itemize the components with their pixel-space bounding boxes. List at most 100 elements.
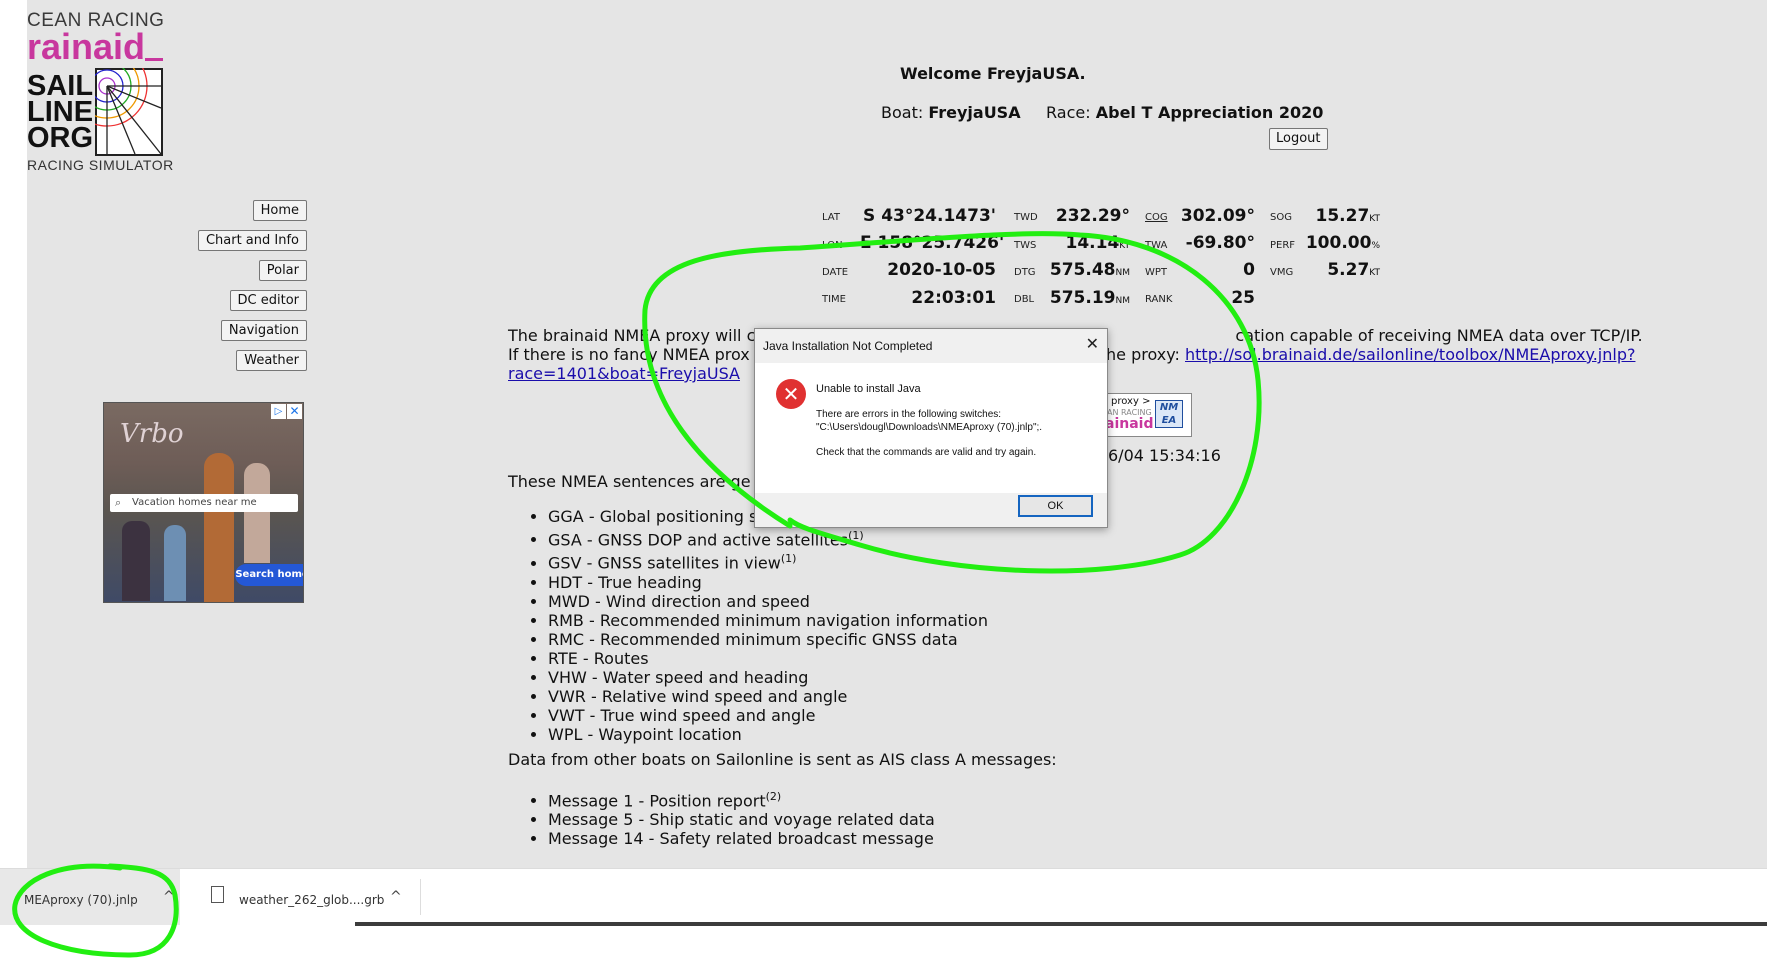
download-item-nmeaproxy[interactable]: MEAproxy (70).jnlp ^ bbox=[0, 869, 180, 925]
logo-text-brainaid: rainaid bbox=[27, 26, 146, 67]
cog-label[interactable]: COG bbox=[1145, 212, 1168, 223]
sog-label: SOG bbox=[1270, 212, 1292, 223]
dbl-label: DBL bbox=[1014, 294, 1035, 305]
ad-search-field[interactable]: ⌕ Vacation homes near me bbox=[110, 494, 298, 512]
dtg-value: 575.48NM bbox=[1049, 260, 1130, 280]
list-item: VHW - Water speed and heading bbox=[548, 668, 988, 687]
twd-value: 232.29° bbox=[1055, 206, 1130, 226]
logout-button[interactable]: Logout bbox=[1269, 128, 1328, 150]
list-item: RTE - Routes bbox=[548, 649, 988, 668]
cog-value: 302.09° bbox=[1180, 206, 1255, 226]
ad-person-figure bbox=[244, 463, 270, 563]
twa-value: -69.80° bbox=[1185, 233, 1255, 253]
proxy-link-continued[interactable]: race=1401&boat=FreyjaUSA bbox=[508, 364, 740, 383]
logo-text-org: ORG bbox=[27, 122, 94, 154]
chevron-up-icon[interactable]: ^ bbox=[390, 889, 402, 905]
dialog-title: Java Installation Not Completed bbox=[763, 339, 933, 353]
ad-person-figure bbox=[122, 521, 150, 601]
sog-value: 15.27KT bbox=[1315, 206, 1380, 226]
dbl-value: 575.19NM bbox=[1049, 288, 1130, 308]
nmea-proxy-badge[interactable]: proxy > AN RACING ainaid NM EA bbox=[1100, 393, 1192, 437]
boat-label: Boat: bbox=[881, 103, 924, 122]
brainaid-sailonline-logo[interactable]: CEAN RACING rainaid SAIL LINE ORG RACING… bbox=[27, 8, 173, 178]
date-label: DATE bbox=[822, 267, 849, 278]
chevron-up-icon[interactable]: ^ bbox=[163, 889, 175, 905]
error-icon: ✕ bbox=[776, 379, 806, 409]
file-icon bbox=[211, 886, 224, 903]
footnote-ref: (1) bbox=[848, 529, 864, 542]
download-filename: weather_262_glob....grb bbox=[239, 893, 385, 907]
dialog-message-line2: "C:\Users\dougl\Downloads\NMEAproxy (70)… bbox=[816, 422, 1043, 433]
list-item: GSA - GNSS DOP and active satellites(1) bbox=[548, 526, 988, 549]
list-item: RMB - Recommended minimum navigation inf… bbox=[548, 611, 988, 630]
footnote-ref: (1) bbox=[780, 552, 797, 566]
ad-brand-logo: Vrbo bbox=[120, 419, 184, 449]
ais-intro: Data from other boats on Sailonline is s… bbox=[508, 750, 1057, 769]
sentences-intro: These NMEA sentences are ge bbox=[508, 472, 751, 491]
list-item: RMC - Recommended minimum specific GNSS … bbox=[548, 630, 988, 649]
nav-weather-button[interactable]: Weather bbox=[236, 350, 307, 371]
logo-compass-icon bbox=[95, 68, 163, 156]
rank-label: RANK bbox=[1145, 294, 1173, 305]
race-label: Race: bbox=[1046, 103, 1091, 122]
ad-person-figure bbox=[164, 525, 186, 601]
nmea-sentences-list: GGA - Global positioning s GSA - GNSS DO… bbox=[508, 507, 988, 744]
lat-value: S 43°24.1473' bbox=[863, 206, 996, 226]
ais-messages-list: Message 1 - Position report(2) Message 5… bbox=[508, 787, 935, 848]
tws-value: 14.14KT bbox=[1065, 233, 1130, 253]
ad-info-icon[interactable]: ▷ bbox=[271, 404, 286, 419]
nav-chart-and-info-button[interactable]: Chart and Info bbox=[197, 230, 307, 251]
tws-label: TWS bbox=[1014, 240, 1037, 251]
list-item: GSV - GNSS satellites in view(1) bbox=[548, 549, 988, 572]
twd-label: TWD bbox=[1014, 212, 1038, 223]
welcome-message: Welcome FreyjaUSA. bbox=[900, 64, 1086, 83]
vmg-value: 5.27KT bbox=[1327, 260, 1380, 280]
ad-close-icon[interactable]: ✕ bbox=[287, 404, 302, 419]
list-item: VWT - True wind speed and angle bbox=[548, 706, 988, 725]
proxy-version-date: 6/04 15:34:16 bbox=[1108, 446, 1221, 465]
download-item-weather[interactable]: weather_262_glob....grb ^ bbox=[195, 869, 420, 925]
advertisement[interactable]: Vrbo ▷ ✕ ⌕ Vacation homes near me Search… bbox=[103, 402, 304, 603]
dialog-heading: Unable to install Java bbox=[816, 383, 921, 395]
nmea-proxy-link-continued[interactable]: race=1401&boat=FreyjaUSA bbox=[508, 364, 740, 383]
race-name: Abel T Appreciation 2020 bbox=[1095, 103, 1324, 122]
side-navigation: Home Chart and Info Polar DC editor Navi… bbox=[140, 200, 307, 380]
list-item: Message 5 - Ship static and voyage relat… bbox=[548, 810, 935, 829]
list-item: Message 1 - Position report(2) bbox=[548, 787, 935, 810]
lat-label: LAT bbox=[822, 212, 840, 223]
date-value: 2020-10-05 bbox=[887, 260, 996, 280]
ad-person-figure bbox=[204, 453, 234, 602]
boat-name: FreyjaUSA bbox=[928, 103, 1021, 122]
download-separator bbox=[420, 879, 421, 915]
time-label: TIME bbox=[822, 294, 847, 305]
badge-text-brainaid: ainaid bbox=[1105, 416, 1154, 432]
nav-dc-editor-button[interactable]: DC editor bbox=[229, 290, 307, 311]
nmea-proxy-link[interactable]: http://sol.brainaid.de/sailonline/toolbo… bbox=[1185, 345, 1635, 364]
close-icon[interactable]: ✕ bbox=[1086, 334, 1099, 353]
logo-text-racing-simulator: RACING SIMULATOR bbox=[27, 157, 174, 173]
vmg-label: VMG bbox=[1270, 267, 1294, 278]
ad-search-homes-button[interactable]: Search homes bbox=[235, 564, 303, 586]
downloads-bar: MEAproxy (70).jnlp ^ weather_262_glob...… bbox=[0, 868, 1767, 961]
list-item: Message 14 - Safety related broadcast me… bbox=[548, 829, 935, 848]
nav-home-button[interactable]: Home bbox=[252, 200, 307, 221]
dialog-message-line1: There are errors in the following switch… bbox=[816, 409, 1002, 420]
twa-label: TWA bbox=[1145, 240, 1168, 251]
lon-label: LON bbox=[822, 240, 843, 251]
perf-label: PERF bbox=[1270, 240, 1296, 251]
logo-underline bbox=[145, 58, 163, 61]
download-progress-bar bbox=[355, 922, 1767, 926]
time-value: 22:03:01 bbox=[911, 288, 996, 308]
list-item: MWD - Wind direction and speed bbox=[548, 592, 988, 611]
ad-search-text: Vacation homes near me bbox=[132, 497, 257, 508]
nav-polar-button[interactable]: Polar bbox=[258, 260, 307, 281]
download-filename: MEAproxy (70).jnlp bbox=[24, 893, 138, 907]
search-icon: ⌕ bbox=[115, 496, 122, 509]
wpt-value: 0 bbox=[1243, 260, 1255, 280]
dialog-message-line3: Check that the commands are valid and tr… bbox=[816, 447, 1037, 458]
rank-value: 25 bbox=[1231, 288, 1255, 308]
nav-navigation-button[interactable]: Navigation bbox=[220, 320, 307, 341]
ok-button[interactable]: OK bbox=[1018, 495, 1093, 517]
wpt-label: WPT bbox=[1145, 267, 1168, 278]
dtg-label: DTG bbox=[1014, 267, 1036, 278]
